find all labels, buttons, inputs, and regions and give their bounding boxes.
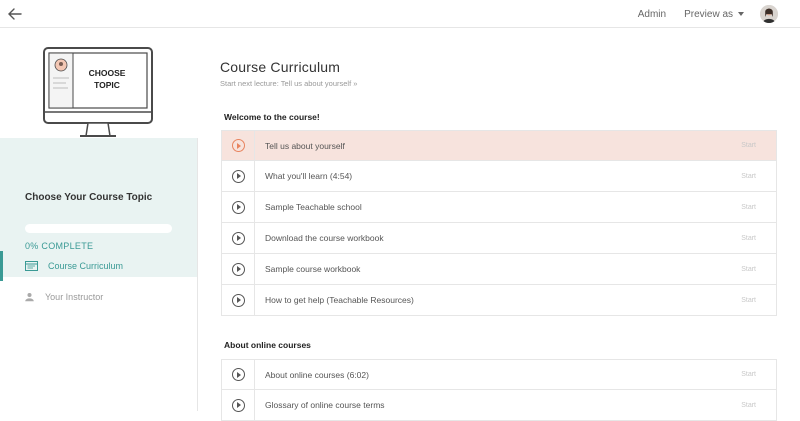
lecture-name: Sample Teachable school	[265, 202, 362, 212]
play-icon	[231, 200, 245, 214]
play-icon	[231, 139, 245, 152]
lecture-row[interactable]: Sample course workbook Start	[221, 254, 777, 285]
play-icon	[231, 262, 245, 276]
avatar[interactable]	[760, 5, 778, 23]
curriculum-icon	[25, 261, 38, 271]
start-button[interactable]: Start	[741, 402, 756, 409]
lecture-row[interactable]: Sample Teachable school Start	[221, 192, 777, 223]
sidebar: CHOOSE TOPIC Choose Your Course Topic 0%…	[0, 28, 198, 411]
progress-label: 0% COMPLETE	[25, 241, 94, 251]
admin-link[interactable]: Admin	[638, 9, 666, 20]
play-icon	[231, 398, 245, 412]
sidebar-item-label: Course Curriculum	[48, 261, 124, 271]
sidebar-item-your-instructor[interactable]: Your Instructor	[0, 282, 197, 312]
sidebar-item-label: Your Instructor	[45, 292, 104, 302]
course-thumbnail: CHOOSE TOPIC	[0, 28, 198, 138]
start-button[interactable]: Start	[741, 235, 756, 242]
lecture-row[interactable]: Download the course workbook Start	[221, 223, 777, 254]
lecture-name: Download the course workbook	[265, 233, 384, 243]
thumbnail-text-line2: TOPIC	[94, 80, 120, 90]
monitor-illustration: CHOOSE TOPIC	[43, 47, 153, 137]
play-icon	[231, 231, 245, 245]
top-right-menu: Admin Preview as	[638, 0, 778, 28]
course-title: Choose Your Course Topic	[25, 192, 153, 203]
progress-bar	[25, 224, 172, 233]
lecture-name: Sample course workbook	[265, 264, 361, 274]
user-icon	[25, 293, 34, 302]
lecture-row[interactable]: How to get help (Teachable Resources) St…	[221, 285, 777, 316]
next-lecture-link[interactable]: Start next lecture: Tell us about yourse…	[220, 79, 357, 88]
avatar-image	[760, 5, 778, 23]
lecture-name: Tell us about yourself	[265, 140, 345, 151]
play-icon	[231, 169, 245, 183]
start-button[interactable]: Start	[741, 371, 756, 378]
lecture-row[interactable]: What you'll learn (4:54) Start	[221, 161, 777, 192]
lecture-row[interactable]: Glossary of online course terms Start	[221, 390, 777, 421]
top-bar: Admin Preview as	[0, 0, 800, 28]
lecture-row[interactable]: Tell us about yourself Start	[221, 130, 777, 161]
lecture-name: Glossary of online course terms	[265, 400, 385, 410]
start-button[interactable]: Start	[741, 142, 756, 149]
page-title: Course Curriculum	[220, 59, 341, 75]
sidebar-item-course-curriculum[interactable]: Course Curriculum	[0, 251, 197, 281]
start-button[interactable]: Start	[741, 297, 756, 304]
start-button[interactable]: Start	[741, 173, 756, 180]
caret-down-icon	[738, 12, 744, 16]
preview-as-label: Preview as	[684, 8, 733, 20]
start-button[interactable]: Start	[741, 266, 756, 273]
section-title: Welcome to the course!	[224, 112, 320, 122]
lecture-name: What you'll learn (4:54)	[265, 171, 353, 181]
thumbnail-text-line1: CHOOSE	[89, 68, 126, 78]
play-icon	[231, 368, 245, 381]
lecture-row[interactable]: About online courses (6:02) Start	[221, 359, 777, 390]
lecture-name: About online courses (6:02)	[265, 369, 369, 380]
start-button[interactable]: Start	[741, 204, 756, 211]
main-content: Course Curriculum Start next lecture: Te…	[198, 28, 800, 421]
back-arrow-icon[interactable]	[6, 5, 24, 23]
lecture-name: How to get help (Teachable Resources)	[265, 295, 414, 305]
section-title: About online courses	[224, 340, 311, 350]
play-icon	[231, 293, 245, 307]
preview-as-dropdown[interactable]: Preview as	[684, 9, 744, 20]
